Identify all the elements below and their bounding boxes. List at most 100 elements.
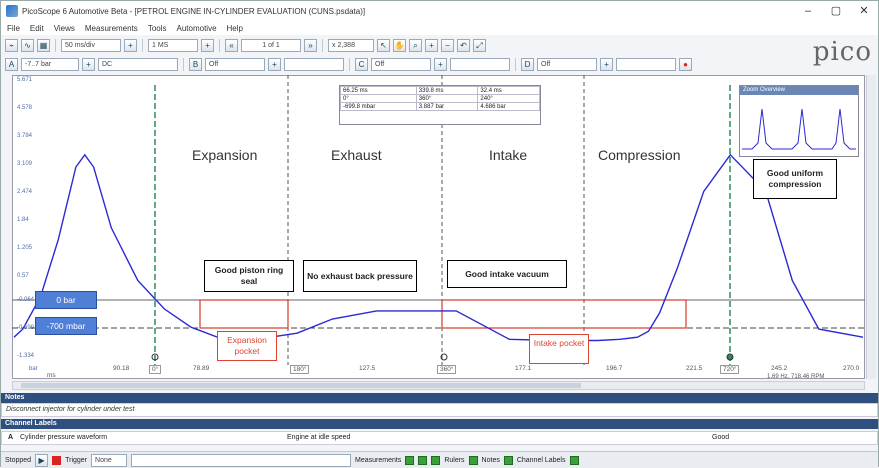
stopped-status: Stopped (5, 456, 32, 464)
channel-b-up-icon[interactable]: + (268, 57, 281, 71)
undo-zoom-icon[interactable]: ↶ (457, 38, 470, 52)
persistence-icon[interactable]: ▦ (37, 38, 50, 52)
zoom-out-icon[interactable]: − (441, 38, 454, 52)
y-tick: -0.064 (17, 297, 35, 303)
zoom-reset-icon[interactable]: ⤢ (473, 38, 486, 52)
cursor-right-handle[interactable] (726, 353, 734, 361)
horizontal-scrollbar[interactable] (12, 381, 865, 390)
phase-exhaust: Exhaust (331, 147, 382, 163)
samples-up-icon[interactable]: + (201, 38, 214, 52)
menu-tools[interactable]: Tools (148, 24, 167, 33)
menu-automotive[interactable]: Automotive (177, 24, 217, 33)
picoscope-window: PicoScope 6 Automotive Beta - [PETROL EN… (0, 0, 879, 468)
y-tick: 1.205 (17, 245, 33, 251)
menu-measurements[interactable]: Measurements (85, 24, 138, 33)
x-tick: 221.5 (686, 365, 703, 372)
samples-select[interactable]: 1 MS (148, 38, 198, 52)
series-A-line (13, 153, 864, 342)
first-page-icon[interactable]: « (225, 38, 238, 52)
y-tick: 1.84 (17, 217, 29, 223)
y-tick: 0.57 (17, 273, 29, 279)
scroll-thumb[interactable] (21, 383, 581, 388)
meter-mode-icon[interactable]: ∿ (21, 38, 34, 52)
phase-expansion: Expansion (192, 147, 258, 163)
channel-c-range[interactable]: Off (371, 57, 431, 71)
zoom-area-icon[interactable]: ⌕ (409, 38, 422, 52)
minimize-button[interactable]: – (794, 1, 822, 21)
next-page-icon[interactable]: » (304, 38, 317, 52)
x-tick: 270.0 (843, 365, 860, 372)
vertical-scrollbar[interactable] (866, 75, 876, 379)
rulers-checkbox[interactable] (468, 455, 478, 465)
channel-d-up-icon[interactable]: + (600, 57, 613, 71)
callout-piston-ring: Good piston ring seal (204, 260, 294, 292)
measurements-delete-icon[interactable] (431, 455, 441, 465)
measurements-edit-icon[interactable] (418, 455, 428, 465)
math-channels-icon[interactable]: ● (679, 57, 692, 71)
channel-b-icon[interactable]: B (189, 57, 202, 71)
measurements-add-icon[interactable] (405, 455, 415, 465)
notes-text[interactable]: Disconnect injector for cylinder under t… (1, 403, 878, 417)
channel-labels-checkbox[interactable] (569, 455, 579, 465)
stop-icon[interactable] (52, 455, 62, 465)
menu-edit[interactable]: Edit (30, 24, 44, 33)
table-cell: 0° (340, 94, 417, 103)
zoom-level[interactable]: x 2,388 (328, 38, 374, 52)
table-cell: 339.8 ms (415, 86, 479, 95)
x-tick: 78.89 (193, 365, 210, 372)
channel-b-coupling[interactable] (284, 57, 344, 71)
cursor-label-720: 720° (720, 365, 740, 374)
menu-help[interactable]: Help (227, 24, 243, 33)
cursor-label-180: 180° (290, 365, 310, 374)
zoom-overview-panel[interactable]: Zoom Overview (739, 85, 859, 157)
x-tick: 177.1 (515, 365, 532, 372)
zero-bar-marker: 0 bar (35, 291, 97, 309)
channel-c-coupling[interactable] (450, 57, 510, 71)
table-cell: 32.4 ms (477, 86, 540, 95)
channel-a-coupling[interactable]: DC (98, 57, 178, 71)
zoom-overview-thumbnail (742, 108, 856, 150)
channel-b-range[interactable]: Off (205, 57, 265, 71)
trigger-mode-select[interactable]: None (91, 453, 128, 467)
scope-mode-icon[interactable]: ⌁ (5, 38, 18, 52)
timebase-up-icon[interactable]: + (124, 38, 137, 52)
channel-a-icon[interactable]: A (5, 57, 18, 71)
channel-d-icon[interactable]: D (521, 57, 534, 71)
pointer-icon[interactable]: ↖ (377, 38, 390, 52)
cursor-label-0: 0° (149, 365, 162, 374)
channel-d-coupling[interactable] (616, 57, 676, 71)
y-tick: 4.578 (17, 105, 33, 111)
pico-logo: pico (812, 37, 872, 67)
channel-status: Good (712, 434, 730, 441)
trigger-settings[interactable] (131, 453, 352, 467)
channel-a-range[interactable]: -7..7 bar (21, 57, 79, 71)
channel-label-text: Cylinder pressure waveform (20, 434, 108, 441)
menu-bar: File Edit Views Measurements Tools Autom… (1, 21, 878, 35)
y-tick: -0.699 (17, 325, 35, 331)
x-tick: 90.18 (113, 365, 130, 372)
channel-d-range[interactable]: Off (537, 57, 597, 71)
minus-700-marker: -700 mbar (35, 317, 97, 335)
close-button[interactable]: ✕ (850, 1, 878, 21)
notes-checkbox[interactable] (503, 455, 513, 465)
menu-views[interactable]: Views (54, 24, 75, 33)
callout-intake: Good intake vacuum (447, 260, 567, 288)
hand-icon[interactable]: ✋ (393, 38, 406, 52)
maximize-button[interactable]: ▢ (822, 1, 850, 21)
channel-label-row[interactable]: A Cylinder pressure waveform Engine at i… (1, 431, 878, 445)
timebase-select[interactable]: 50 ms/div (61, 38, 121, 52)
channel-c-up-icon[interactable]: + (434, 57, 447, 71)
menu-file[interactable]: File (7, 24, 20, 33)
table-cell: 360° (415, 94, 479, 103)
callout-exhaust: No exhaust back pressure (303, 260, 417, 292)
channel-a-up-icon[interactable]: + (82, 57, 95, 71)
zoom-in-icon[interactable]: + (425, 38, 438, 52)
channel-id: A (8, 434, 14, 441)
channel-c-icon[interactable]: C (355, 57, 368, 71)
table-cell: 240° (477, 94, 540, 103)
measurements-table[interactable]: 66.25 ms 339.8 ms 32.4 ms 0° 360° 240° -… (339, 85, 541, 125)
table-cell: 66.25 ms (340, 86, 417, 95)
start-icon[interactable]: ▶ (35, 453, 49, 467)
measurements-toggle-label: Measurements (355, 456, 402, 464)
trigger-label: Trigger (65, 456, 88, 464)
